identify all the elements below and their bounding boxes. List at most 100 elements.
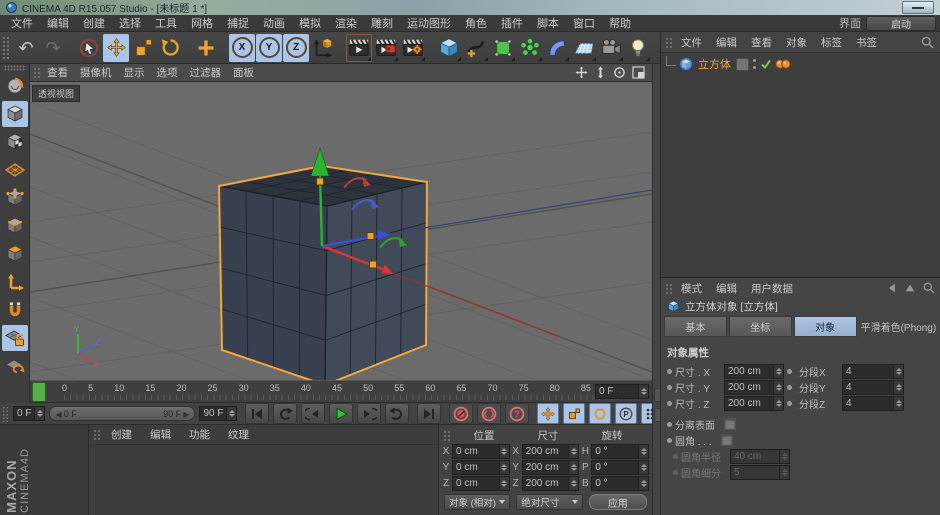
segments-input[interactable]: 4 xyxy=(842,364,904,379)
lock-workplane-button[interactable] xyxy=(2,325,28,351)
edges-mode-button[interactable] xyxy=(2,213,28,239)
position-input[interactable]: 0 cm xyxy=(452,476,510,491)
anim-dot-icon[interactable] xyxy=(667,385,672,390)
menubar-item[interactable]: 角色 xyxy=(458,14,494,32)
menubar-item[interactable]: 窗口 xyxy=(566,14,602,32)
menubar-item[interactable]: 选择 xyxy=(112,14,148,32)
viewport-menu-item[interactable]: 摄像机 xyxy=(74,64,118,81)
x-plane-handle[interactable] xyxy=(370,261,377,268)
viewport-menu-item[interactable]: 过滤器 xyxy=(184,64,228,81)
attribute-menu-item[interactable]: 模式 xyxy=(675,280,708,297)
undo-button[interactable]: ↶ xyxy=(13,34,39,62)
play-button[interactable] xyxy=(329,403,353,424)
redo-button[interactable]: ↷ xyxy=(40,34,66,62)
search-icon[interactable] xyxy=(923,282,935,294)
menubar-item[interactable]: 脚本 xyxy=(530,14,566,32)
attribute-menu-item[interactable]: 用户数据 xyxy=(745,280,799,297)
tab-phong[interactable]: 平滑着色(Phong) xyxy=(859,317,938,336)
menubar-item[interactable]: 文件 xyxy=(4,14,40,32)
viewport-pan-icon[interactable] xyxy=(575,66,588,79)
make-editable-button[interactable] xyxy=(2,73,28,99)
key-position-toggle[interactable] xyxy=(537,403,559,424)
points-mode-button[interactable] xyxy=(2,185,28,211)
tab-basic[interactable]: 基本 xyxy=(664,316,727,337)
current-frame-input[interactable]: 0 F xyxy=(595,384,649,399)
menubar-item[interactable]: 工具 xyxy=(148,14,184,32)
goto-start-button[interactable] xyxy=(245,403,269,424)
snap-button[interactable] xyxy=(2,297,28,323)
view-label[interactable]: 透视视图 xyxy=(32,85,80,102)
titlebar[interactable]: CINEMA 4D R15.057 Studio - [未标题 1 *] xyxy=(0,0,940,15)
range-start-spinner[interactable] xyxy=(34,407,44,420)
object-manager-grip[interactable] xyxy=(665,37,673,48)
size-input[interactable]: 200 cm xyxy=(522,444,580,459)
keyframe-selection-button[interactable]: ? xyxy=(505,403,529,424)
viewport-toggle-icon[interactable] xyxy=(632,66,645,79)
timeline-ruler[interactable]: 051015202530354045505560657075808590 0 F xyxy=(30,380,652,403)
anim-dot-icon[interactable] xyxy=(787,385,792,390)
size-spinner[interactable] xyxy=(773,397,783,410)
object-manager-menu-item[interactable]: 书签 xyxy=(850,34,883,51)
material-menu-grip[interactable] xyxy=(93,429,101,440)
render-view-button[interactable] xyxy=(346,34,372,62)
material-menu-item[interactable]: 编辑 xyxy=(142,426,179,443)
object-manager-tree[interactable]: 立方体 xyxy=(661,52,940,278)
cube-object[interactable] xyxy=(219,166,427,380)
current-frame-spinner[interactable] xyxy=(638,385,648,398)
segments-spinner[interactable] xyxy=(893,381,903,394)
material-menu-item[interactable]: 功能 xyxy=(181,426,218,443)
segments-input[interactable]: 4 xyxy=(842,380,904,395)
render-picture-viewer-button[interactable] xyxy=(373,34,399,62)
key-rotation-toggle[interactable] xyxy=(589,403,611,424)
size-spinner[interactable] xyxy=(773,381,783,394)
loop-mode-button[interactable] xyxy=(385,403,409,424)
material-menu-item[interactable]: 纹理 xyxy=(220,426,257,443)
viewport-menu-item[interactable]: 选项 xyxy=(151,64,184,81)
add-cube-button[interactable] xyxy=(436,34,462,62)
add-deformer-button[interactable] xyxy=(544,34,570,62)
rotation-input[interactable]: 0 ° xyxy=(591,444,649,459)
workplane-mode-button[interactable] xyxy=(2,157,28,183)
viewport-menu-item[interactable]: 面板 xyxy=(227,64,260,81)
add-environment-button[interactable] xyxy=(571,34,597,62)
segments-input[interactable]: 4 xyxy=(842,396,904,411)
lock-z-axis-button[interactable]: Z xyxy=(283,34,309,62)
range-end-input[interactable]: 90 F xyxy=(199,406,237,421)
texture-mode-button[interactable] xyxy=(2,129,28,155)
position-input[interactable]: 0 cm xyxy=(452,444,510,459)
rotation-input[interactable]: 0 ° xyxy=(591,460,649,475)
rotation-input[interactable]: 0 ° xyxy=(591,476,649,491)
parent-up-icon[interactable] xyxy=(904,282,916,294)
preview-range-slider[interactable]: ◀ 0 F 90 F ▶ xyxy=(49,406,195,421)
layout-selector[interactable]: 启动 xyxy=(866,16,936,31)
size-spinner[interactable] xyxy=(568,477,578,490)
range-end-spinner[interactable] xyxy=(226,407,236,420)
last-tool-button[interactable] xyxy=(193,34,219,62)
object-manager-menu-item[interactable]: 标签 xyxy=(815,34,848,51)
model-mode-button[interactable] xyxy=(2,101,28,127)
range-start-input[interactable]: 0 F xyxy=(13,406,45,421)
add-mograph-button[interactable] xyxy=(517,34,543,62)
size-input[interactable]: 200 cm xyxy=(522,460,580,475)
menubar-item[interactable]: 帮助 xyxy=(602,14,638,32)
tab-coordinates[interactable]: 坐标 xyxy=(729,316,792,337)
object-manager-menu-item[interactable]: 编辑 xyxy=(710,34,743,51)
viewport-canvas[interactable]: 透视视图 xyxy=(30,82,652,380)
menubar-item[interactable]: 模拟 xyxy=(292,14,328,32)
anim-dot-icon[interactable] xyxy=(667,369,672,374)
size-mode-dropdown[interactable]: 绝对尺寸 xyxy=(516,494,582,510)
attribute-manager-grip[interactable] xyxy=(665,283,673,294)
object-manager-menu-item[interactable]: 对象 xyxy=(780,34,813,51)
coordinates-grip[interactable] xyxy=(443,430,451,441)
workplane-orient-button[interactable] xyxy=(2,353,28,379)
live-selection-button[interactable] xyxy=(76,34,102,62)
layer-tag-icon[interactable] xyxy=(736,58,749,71)
timeline-playhead[interactable] xyxy=(32,382,46,402)
checkbox[interactable] xyxy=(721,434,733,446)
position-spinner[interactable] xyxy=(499,477,509,490)
menubar-item[interactable]: 雕刻 xyxy=(364,14,400,32)
tab-object[interactable]: 对象 xyxy=(794,316,857,337)
y-axis-arrow[interactable] xyxy=(311,148,329,176)
apply-button[interactable]: 应用 xyxy=(589,494,647,510)
menubar-item[interactable]: 动画 xyxy=(256,14,292,32)
